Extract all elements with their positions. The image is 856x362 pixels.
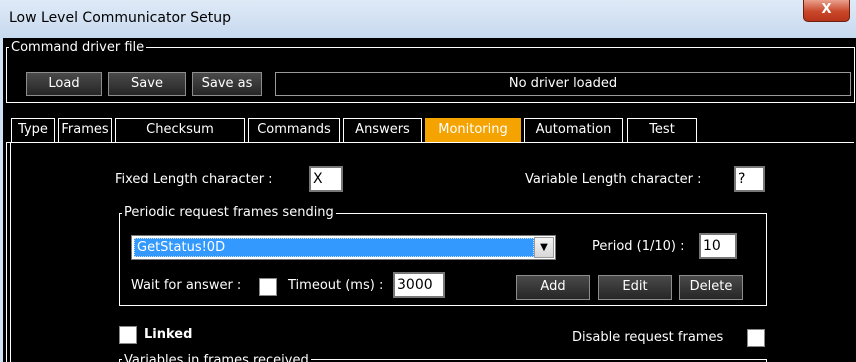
frame-select-value: GetStatus!0D [134,238,534,257]
period-input[interactable]: 10 [699,233,737,259]
wait-for-answer-checkbox[interactable] [259,278,277,296]
close-button[interactable]: X [803,0,850,22]
chevron-down-icon[interactable]: ▼ [534,237,554,258]
delete-button[interactable]: Delete [679,275,743,300]
tab-monitoring[interactable]: Monitoring [425,118,521,142]
frame-select[interactable]: GetStatus!0D ▼ [131,235,556,260]
tab-answers[interactable]: Answers [343,118,422,142]
disable-request-label: Disable request frames [572,330,724,345]
variable-length-label: Variable Length character : [525,172,702,187]
edit-button[interactable]: Edit [598,275,672,300]
add-button[interactable]: Add [516,275,590,300]
panel-edge-inner [10,142,11,362]
tab-checksum[interactable]: Checksum [115,118,245,142]
save-button[interactable]: Save [108,72,186,96]
tab-automation[interactable]: Automation [524,118,623,142]
fixed-length-label: Fixed Length character : [115,172,273,187]
save-as-button[interactable]: Save as [192,72,262,96]
window-body: Command driver file Load Save Save as No… [3,38,856,362]
period-label: Period (1/10) : [592,239,685,254]
driver-status: No driver loaded [275,72,851,96]
tab-commands[interactable]: Commands [248,118,340,142]
periodic-group-label: Periodic request frames sending [122,205,336,220]
disable-request-checkbox[interactable] [747,329,765,347]
tab-test[interactable]: Test [627,118,697,142]
driver-group-label: Command driver file [9,40,147,55]
tab-frames[interactable]: Frames [58,118,112,142]
linked-label: Linked [144,327,193,342]
timeout-input[interactable]: 3000 [393,272,445,298]
variables-group-label: Variables in frames received [122,353,311,362]
linked-checkbox[interactable] [119,326,137,344]
tab-type[interactable]: Type [11,118,55,142]
load-button[interactable]: Load [26,72,102,96]
panel-edge [6,142,7,362]
timeout-label: Timeout (ms) : [288,278,384,293]
title-bar: Low Level Communicator Setup X [0,0,856,38]
fixed-length-input[interactable]: X [309,166,343,192]
variable-length-input[interactable]: ? [734,166,765,192]
close-icon: X [821,2,832,17]
window-title: Low Level Communicator Setup [9,10,231,26]
wait-for-answer-label: Wait for answer : [131,278,242,293]
